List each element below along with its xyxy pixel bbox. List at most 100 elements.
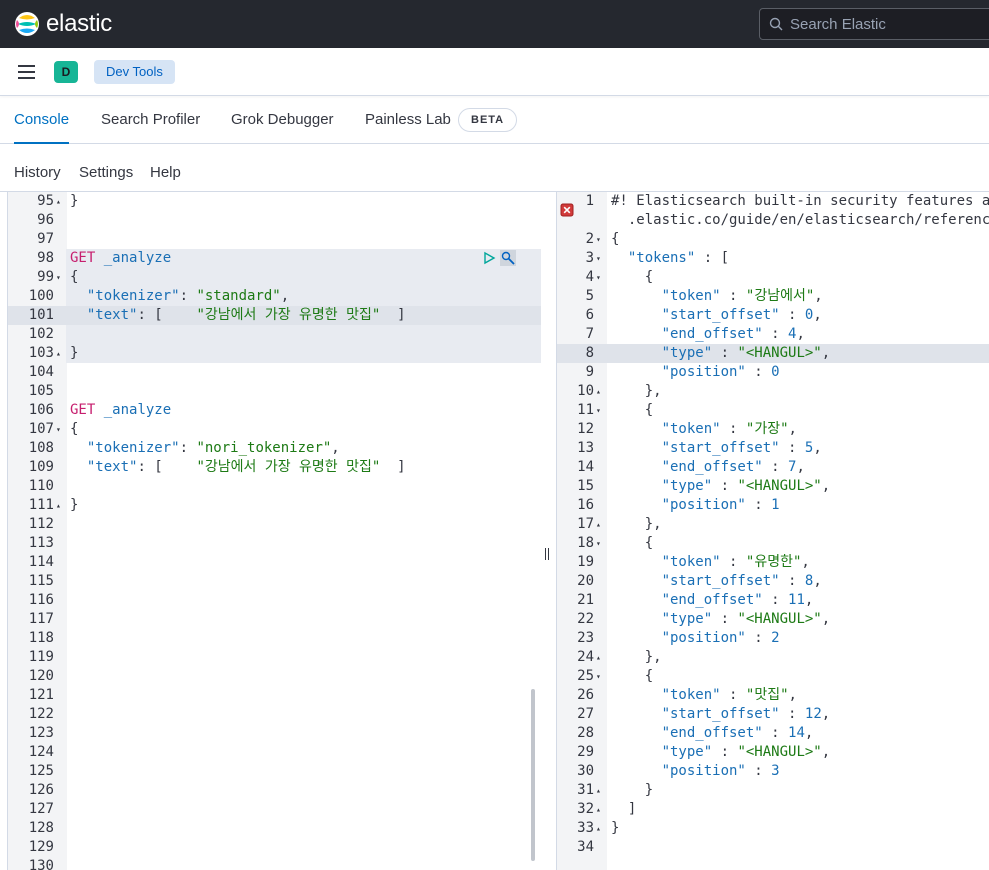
code-line[interactable]: 111 ▴} [8,496,541,515]
code-line[interactable]: 104 [8,363,541,382]
code-line[interactable]: 105 [8,382,541,401]
tab-painless-lab[interactable]: Painless Lab [365,97,451,143]
fold-open-icon[interactable]: ▾ [596,268,601,287]
code-line[interactable]: 24 ▴ }, [557,648,989,667]
code-line[interactable]: 106 GET _analyze [8,401,541,420]
code-line[interactable]: 8 "type" : "<HANGUL>", [557,344,989,363]
menu-help[interactable]: Help [150,160,181,186]
menu-settings[interactable]: Settings [79,160,133,186]
request-scrollbar[interactable] [531,689,535,861]
code-line[interactable]: .elastic.co/guide/en/elasticsearch/refer… [557,211,989,230]
code-line[interactable]: 26 "token" : "맛집", [557,686,989,705]
search-input[interactable] [790,9,989,39]
code-line[interactable]: 14 "end_offset" : 7, [557,458,989,477]
code-line[interactable]: 96 [8,211,541,230]
fold-open-icon[interactable]: ▾ [596,230,601,249]
code-line[interactable]: 20 "start_offset" : 8, [557,572,989,591]
fold-close-icon[interactable]: ▴ [596,819,601,838]
code-line[interactable]: 117 [8,610,541,629]
code-line[interactable]: 101 "text": [ "강남에서 가장 유명한 맛집" ] [8,306,541,325]
code-line[interactable]: 22 "type" : "<HANGUL>", [557,610,989,629]
code-line[interactable]: 12 "token" : "가장", [557,420,989,439]
code-line[interactable]: 126 [8,781,541,800]
code-line[interactable]: 114 [8,553,541,572]
code-line[interactable]: 99 ▾ { [8,268,541,287]
code-line[interactable]: 16 "position" : 1 [557,496,989,515]
global-search[interactable] [759,8,989,40]
code-line[interactable]: 127 [8,800,541,819]
fold-close-icon[interactable]: ▴ [596,648,601,667]
code-line[interactable]: 10 ▴ }, [557,382,989,401]
code-line[interactable]: 27 "start_offset" : 12, [557,705,989,724]
space-avatar[interactable]: D [54,61,78,83]
fold-close-icon[interactable]: ▴ [56,496,61,515]
code-line[interactable]: 119 [8,648,541,667]
code-line[interactable]: 102 [8,325,541,344]
elastic-logo-icon[interactable] [14,11,40,37]
fold-close-icon[interactable]: ▴ [56,344,61,363]
code-line[interactable]: 128 [8,819,541,838]
code-line[interactable]: 18 ▾ { [557,534,989,553]
code-line[interactable]: 3 ▾ "tokens" : [ [557,249,989,268]
code-line[interactable]: 33 ▴} [557,819,989,838]
wrench-icon[interactable] [500,250,516,266]
brand-name[interactable]: elastic [46,10,112,38]
tab-search-profiler[interactable]: Search Profiler [101,97,200,143]
code-line[interactable]: 13 "start_offset" : 5, [557,439,989,458]
code-line[interactable]: 123 [8,724,541,743]
fold-open-icon[interactable]: ▾ [596,534,601,553]
code-line[interactable]: 31 ▴ } [557,781,989,800]
code-line[interactable]: 1 #! Elasticsearch built-in security feat… [557,192,989,211]
code-line[interactable]: 115 [8,572,541,591]
menu-history[interactable]: History [14,160,61,186]
code-line[interactable]: 9 "position" : 0 [557,363,989,382]
code-line[interactable]: 120 [8,667,541,686]
code-line[interactable]: 100 "tokenizer": "standard", [8,287,541,306]
fold-close-icon[interactable]: ▴ [56,192,61,211]
code-line[interactable]: 19 "token" : "유명한", [557,553,989,572]
code-line[interactable]: 25 ▾ { [557,667,989,686]
code-line[interactable]: 6 "start_offset" : 0, [557,306,989,325]
pane-resize-handle[interactable] [545,547,551,561]
run-request-icon[interactable] [482,251,496,265]
code-line[interactable]: 15 "type" : "<HANGUL>", [557,477,989,496]
code-line[interactable]: 21 "end_offset" : 11, [557,591,989,610]
code-line[interactable]: 34 [557,838,989,857]
response-editor[interactable]: 1 #! Elasticsearch built-in security feat… [556,192,989,870]
menu-toggle-icon[interactable] [18,65,35,79]
code-line[interactable]: 121 [8,686,541,705]
code-line[interactable]: 95 ▴} [8,192,541,211]
code-line[interactable]: 109 "text": [ "강남에서 가장 유명한 맛집" ] [8,458,541,477]
request-editor[interactable]: 95 ▴} 96 97 98 GET _analyze 99 ▾{100 "tokenizer… [7,192,541,870]
fold-close-icon[interactable]: ▴ [596,800,601,819]
code-line[interactable]: 116 [8,591,541,610]
code-line[interactable]: 107 ▾ { [8,420,541,439]
fold-open-icon[interactable]: ▾ [56,268,61,287]
code-line[interactable]: 124 [8,743,541,762]
code-line[interactable]: 110 [8,477,541,496]
code-line[interactable]: 129 [8,838,541,857]
fold-close-icon[interactable]: ▴ [596,781,601,800]
code-line[interactable]: 23 "position" : 2 [557,629,989,648]
fold-close-icon[interactable]: ▴ [596,515,601,534]
code-line[interactable]: 112 [8,515,541,534]
code-line[interactable]: 113 [8,534,541,553]
code-line[interactable]: 125 [8,762,541,781]
fold-open-icon[interactable]: ▾ [56,420,61,439]
code-line[interactable]: 122 [8,705,541,724]
code-line[interactable]: 28 "end_offset" : 14, [557,724,989,743]
code-line[interactable]: 5 "token" : "강남에서", [557,287,989,306]
tab-console[interactable]: Console [14,97,70,144]
code-line[interactable]: 32 ▴ ] [557,800,989,819]
code-line[interactable]: 29 "type" : "<HANGUL>", [557,743,989,762]
fold-open-icon[interactable]: ▾ [596,249,601,268]
code-line[interactable]: 2 ▾ { [557,230,989,249]
code-line[interactable]: 7 "end_offset" : 4, [557,325,989,344]
fold-close-icon[interactable]: ▴ [596,382,601,401]
code-line[interactable]: 108 "tokenizer": "nori_tokenizer", [8,439,541,458]
code-line[interactable]: 103 ▴} [8,344,541,363]
code-line[interactable]: 11 ▾ { [557,401,989,420]
code-line[interactable]: 98 GET _analyze [8,249,541,268]
code-line[interactable]: 118 [8,629,541,648]
tab-grok-debugger[interactable]: Grok Debugger [231,97,334,143]
